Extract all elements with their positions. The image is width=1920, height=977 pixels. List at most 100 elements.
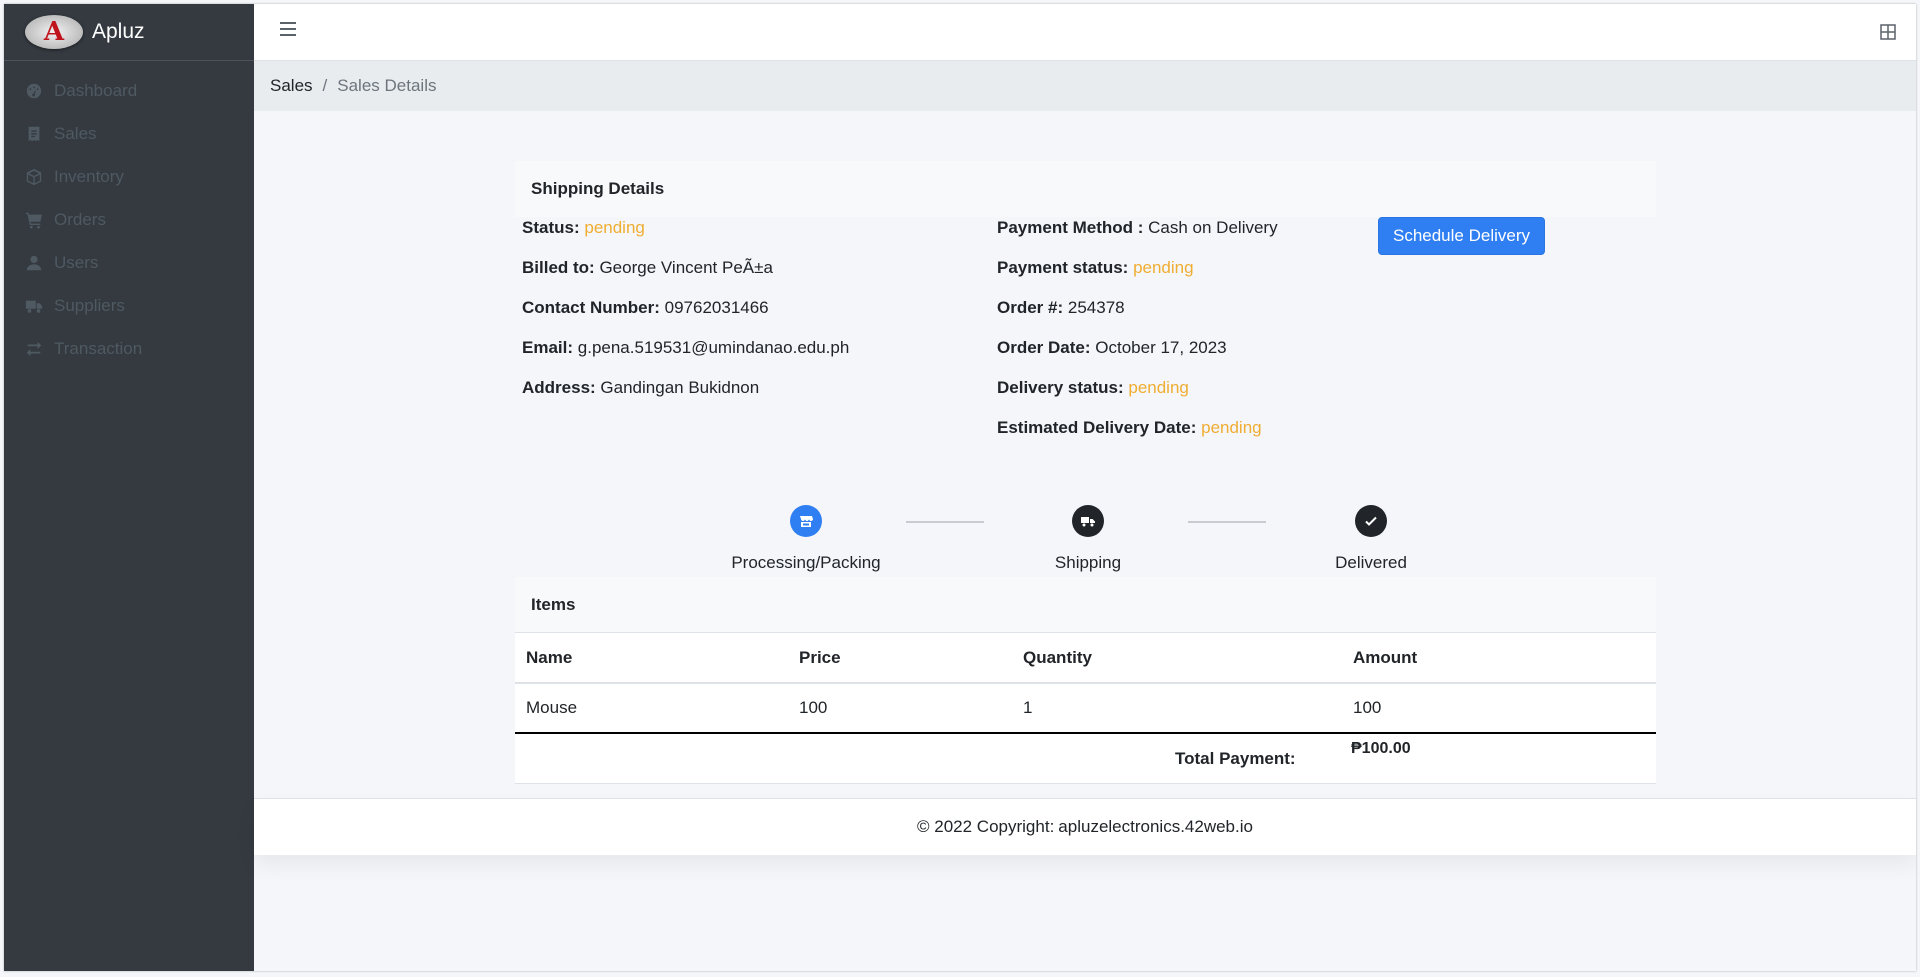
payment-status-line: Payment status: pending	[997, 258, 1194, 278]
main-content: Shipping Details Status: pending Billed …	[254, 111, 1916, 798]
email-label: Email:	[522, 338, 574, 357]
step-delivered-circle	[1355, 505, 1387, 537]
sidebar-item-inventory[interactable]: Inventory	[4, 155, 254, 198]
sidebar-item-label: Transaction	[54, 338, 143, 358]
email-value: g.pena.519531@umindanao.edu.ph	[577, 338, 850, 357]
billed-to-line: Billed to: George Vincent PeÃ±a	[522, 258, 773, 278]
step-processing-circle	[790, 505, 822, 537]
items-card: Items Name Price Quantity Amount Mouse 1…	[515, 577, 1656, 784]
footer: © 2022 Copyright: apluzelectronics.42web…	[254, 798, 1916, 855]
column-header-quantity: Quantity	[1012, 633, 1342, 684]
sidebar-item-dashboard[interactable]: Dashboard	[4, 69, 254, 112]
item-amount-cell: 100	[1342, 683, 1656, 734]
exchange-icon	[24, 339, 44, 359]
fullscreen-icon[interactable]	[1880, 24, 1896, 40]
user-icon	[24, 253, 44, 273]
step-shipping-label: Shipping	[1054, 553, 1122, 572]
estimated-delivery-label: Estimated Delivery Date:	[997, 418, 1197, 437]
store-icon	[800, 516, 813, 527]
billed-to-label: Billed to:	[522, 258, 595, 277]
column-header-price: Price	[788, 633, 1012, 684]
shipping-details-title: Shipping Details	[515, 161, 1656, 217]
step-processing-label: Processing/Packing	[731, 553, 881, 572]
total-payment-value: ₱100.00	[1351, 740, 1411, 757]
step-shipping-circle	[1072, 505, 1104, 537]
breadcrumb: Sales / Sales Details	[254, 61, 1916, 111]
top-navbar	[254, 4, 1916, 61]
items-title: Items	[515, 577, 1656, 633]
brand-link[interactable]: A Apluz	[4, 4, 254, 61]
total-row: Total Payment: ₱100.00	[515, 734, 1656, 784]
status-value: pending	[584, 218, 645, 237]
contact-line: Contact Number: 09762031466	[522, 298, 769, 318]
breadcrumb-sales-link[interactable]: Sales	[270, 76, 313, 96]
order-number-line: Order #: 254378	[997, 298, 1125, 318]
sidebar-item-sales[interactable]: Sales	[4, 112, 254, 155]
status-label: Status:	[522, 218, 580, 237]
table-row: Mouse 100 1 100	[515, 683, 1656, 734]
delivery-status-value: pending	[1128, 378, 1189, 397]
sidebar-item-label: Dashboard	[54, 80, 138, 100]
sidebar: A Apluz Dashboard Sales Inventory Orders…	[4, 4, 254, 971]
sidebar-item-label: Inventory	[54, 166, 124, 186]
sidebar-item-label: Users	[54, 252, 99, 272]
shipping-details-card: Shipping Details	[515, 161, 1656, 217]
sidebar-item-users[interactable]: Users	[4, 241, 254, 284]
order-number-label: Order #:	[997, 298, 1064, 317]
payment-method-label: Payment Method :	[997, 218, 1144, 237]
payment-status-value: pending	[1133, 258, 1194, 277]
brand-name: Apluz	[92, 20, 145, 43]
sidebar-item-label: Sales	[54, 123, 97, 143]
step-delivered-label: Delivered	[1335, 553, 1407, 572]
item-quantity-cell: 1	[1012, 683, 1342, 734]
estimated-delivery-value: pending	[1201, 418, 1262, 437]
order-date-value: October 17, 2023	[1095, 338, 1227, 357]
delivery-status-label: Delivery status:	[997, 378, 1124, 397]
email-line: Email: g.pena.519531@umindanao.edu.ph	[522, 338, 849, 358]
sidebar-item-suppliers[interactable]: Suppliers	[4, 284, 254, 327]
delivery-status-line: Delivery status: pending	[997, 378, 1189, 398]
payment-method-line: Payment Method : Cash on Delivery	[997, 218, 1278, 238]
breadcrumb-current: Sales Details	[337, 76, 437, 95]
order-date-label: Order Date:	[997, 338, 1091, 357]
box-icon	[24, 167, 44, 187]
contact-label: Contact Number:	[522, 298, 660, 317]
order-number-value: 254378	[1067, 298, 1125, 317]
payment-method-value: Cash on Delivery	[1148, 218, 1278, 237]
item-name-cell: Mouse	[515, 683, 788, 734]
billed-to-value: George Vincent PeÃ±a	[599, 258, 773, 277]
brand-logo-letter: A	[43, 17, 65, 47]
sidebar-item-transaction[interactable]: Transaction	[4, 327, 254, 370]
app-window: A Apluz Dashboard Sales Inventory Orders…	[4, 4, 1916, 971]
step-connector-1	[906, 521, 984, 523]
step-connector-2	[1188, 521, 1266, 523]
truck-icon	[1081, 517, 1095, 527]
breadcrumb-separator: /	[322, 76, 328, 95]
payment-status-label: Payment status:	[997, 258, 1129, 277]
order-date-line: Order Date: October 17, 2023	[997, 338, 1227, 358]
column-header-name: Name	[515, 633, 788, 684]
tachometer-icon	[24, 81, 44, 101]
footer-copyright: © 2022 Copyright:	[917, 817, 1055, 836]
column-header-amount: Amount	[1342, 633, 1656, 684]
footer-link[interactable]: apluzelectronics.42web.io	[1058, 817, 1253, 837]
sidebar-nav: Dashboard Sales Inventory Orders Users S…	[4, 61, 254, 370]
item-price-cell: 100	[788, 683, 1012, 734]
cart-icon	[24, 210, 44, 230]
sidebar-item-label: Orders	[54, 209, 106, 229]
total-payment-label: Total Payment:	[1175, 749, 1296, 768]
address-label: Address:	[522, 378, 596, 397]
menu-toggle-icon[interactable]	[280, 22, 296, 38]
estimated-delivery-line: Estimated Delivery Date: pending	[997, 418, 1262, 438]
check-icon	[1365, 516, 1377, 526]
address-line: Address: Gandingan Bukidnon	[522, 378, 759, 398]
items-table: Name Price Quantity Amount Mouse 100 1 1…	[515, 633, 1656, 734]
sidebar-item-orders[interactable]: Orders	[4, 198, 254, 241]
receipt-icon	[24, 124, 44, 144]
contact-value: 09762031466	[664, 298, 769, 317]
table-header-row: Name Price Quantity Amount	[515, 633, 1656, 684]
truck-icon	[24, 296, 44, 316]
schedule-delivery-button[interactable]: Schedule Delivery	[1378, 217, 1545, 255]
brand-logo: A	[25, 15, 83, 49]
sidebar-item-label: Suppliers	[54, 295, 125, 315]
